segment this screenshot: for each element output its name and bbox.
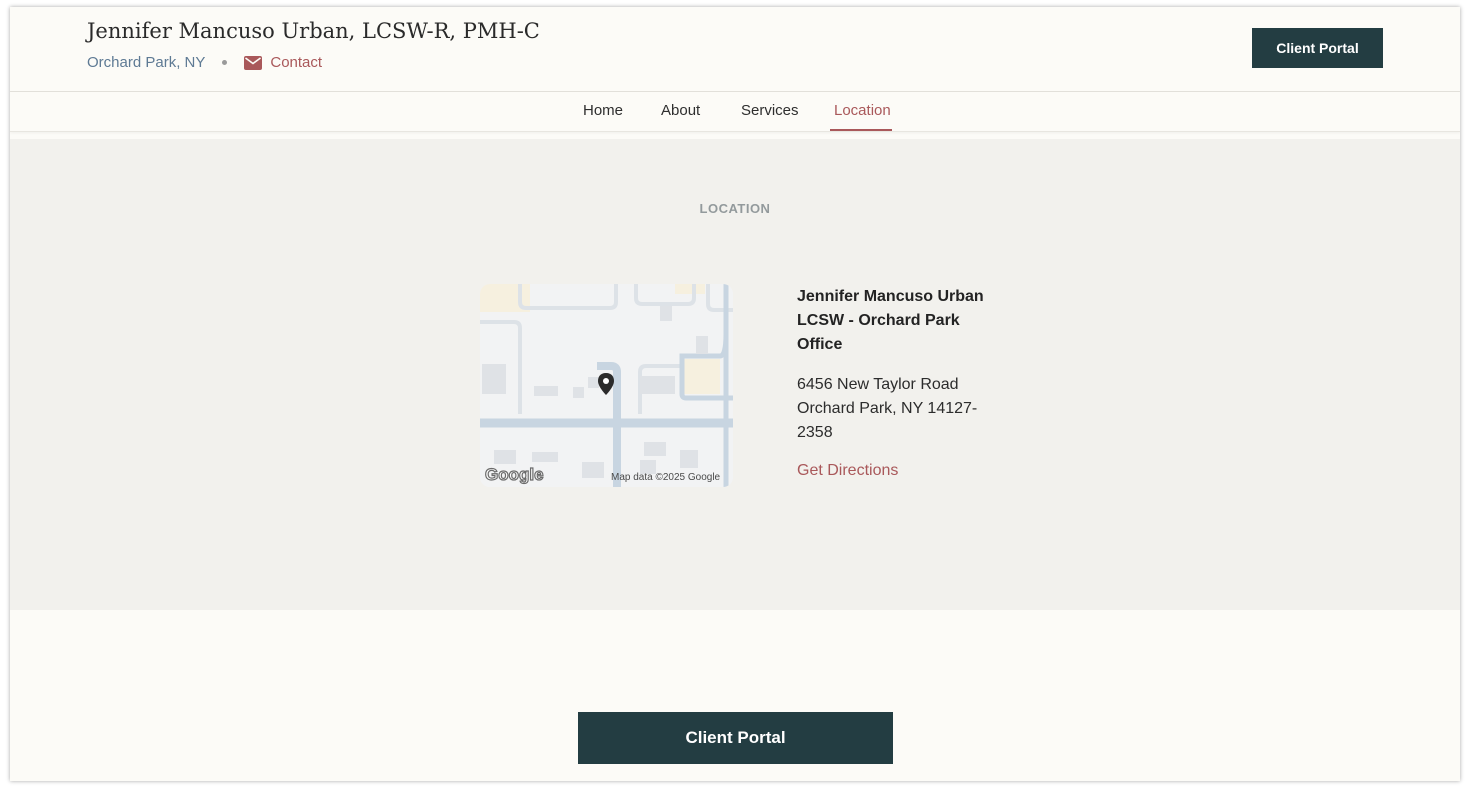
- mail-icon: [244, 55, 263, 70]
- nav-item-about[interactable]: About: [661, 102, 700, 119]
- office-map[interactable]: Google Map data ©2025 Google: [480, 284, 733, 487]
- header-subline: Orchard Park, NY Contact: [87, 54, 322, 71]
- address-line: Orchard Park, NY 14127-: [797, 400, 978, 417]
- footer-client-portal-button[interactable]: Client Portal: [578, 712, 893, 764]
- contact-label: Contact: [270, 54, 323, 71]
- address-line: 2358: [797, 424, 833, 441]
- section-eyebrow: LOCATION: [699, 201, 771, 216]
- separator-dot: [222, 60, 228, 65]
- browser-window: Jennifer Mancuso Urban, LCSW-R, PMH-C Or…: [10, 7, 1460, 781]
- site-header: Jennifer Mancuso Urban, LCSW-R, PMH-C Or…: [10, 7, 1460, 92]
- header-location: Orchard Park, NY: [87, 54, 206, 71]
- map-google-logo: Google: [485, 465, 544, 484]
- get-directions-link[interactable]: Get Directions: [797, 462, 898, 480]
- office-name: Jennifer Mancuso Urban LCSW - Orchard Pa…: [797, 288, 984, 353]
- map-graphic: Google Map data ©2025 Google: [480, 284, 733, 487]
- nav-item-services[interactable]: Services: [741, 102, 799, 119]
- office-address: 6456 New Taylor Road Orchard Park, NY 14…: [797, 373, 997, 445]
- header-client-portal-button[interactable]: Client Portal: [1252, 28, 1383, 68]
- practitioner-name: Jennifer Mancuso Urban, LCSW-R, PMH-C: [87, 19, 540, 43]
- location-section: LOCATION Google Map data ©2025 Google Je…: [10, 139, 1460, 610]
- nav-item-home[interactable]: Home: [583, 102, 623, 119]
- nav-active-indicator: [830, 129, 892, 131]
- address-line: 6456 New Taylor Road: [797, 376, 959, 393]
- map-attribution: Map data ©2025 Google: [611, 472, 721, 483]
- main-nav: Home About Services Location: [10, 92, 1460, 132]
- nav-item-location[interactable]: Location: [834, 102, 891, 119]
- contact-link[interactable]: Contact: [244, 54, 322, 71]
